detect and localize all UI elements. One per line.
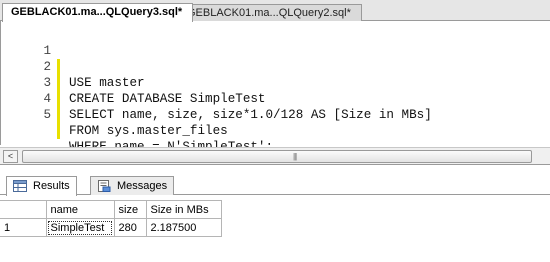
modified-line-marker: [57, 123, 60, 139]
row-header-corner[interactable]: [0, 200, 47, 219]
document-tab-strip: GEBLACK01.ma...QLQuery3.sql* GEBLACK01.m…: [0, 0, 550, 22]
tab-query3[interactable]: GEBLACK01.ma...QLQuery3.sql*: [2, 3, 194, 22]
tab-results-label: Results: [33, 180, 70, 192]
scroll-left-button[interactable]: <: [3, 150, 18, 163]
tab-messages-label: Messages: [117, 180, 168, 192]
code-line-1: 1 USE master: [1, 27, 144, 90]
messages-icon: [98, 180, 111, 192]
query-editor[interactable]: 1 USE master 2 CREATE DATABASE SimpleTes…: [0, 21, 550, 154]
line-number: 5: [43, 108, 51, 122]
grid-header-row: name size Size in MBs: [0, 200, 222, 219]
code-line-5: 5 WHERE name = N'SimpleTest';: [1, 91, 273, 154]
column-header[interactable]: name: [45, 200, 115, 219]
modified-line-marker: [57, 59, 60, 75]
code-line-4: 4 FROM sys.master_files: [1, 75, 227, 138]
code-text[interactable]: CREATE DATABASE SimpleTest: [69, 91, 266, 107]
results-grid[interactable]: name size Size in MBs 1 SimpleTest 280 2…: [0, 200, 222, 237]
grid-cell[interactable]: 2.187500: [145, 218, 222, 237]
modified-line-marker: [57, 107, 60, 123]
tab-messages[interactable]: Messages: [90, 176, 175, 195]
column-header[interactable]: size: [113, 200, 147, 219]
column-header[interactable]: Size in MBs: [145, 200, 222, 219]
scroll-thumb[interactable]: |||: [22, 150, 532, 163]
grid-icon: [13, 180, 27, 192]
code-text[interactable]: SELECT name, size, size*1.0/128 AS [Size…: [69, 107, 432, 123]
editor-horizontal-scrollbar[interactable]: < |||: [0, 147, 550, 165]
row-number[interactable]: 1: [0, 218, 47, 237]
table-row[interactable]: 1 SimpleTest 280 2.187500: [0, 218, 222, 237]
results-pane: Results Messages name size Size in MBs 1…: [0, 165, 550, 262]
modified-line-marker: [57, 75, 60, 91]
tab-query2[interactable]: GEBLACK01.ma...QLQuery2.sql*: [178, 4, 362, 22]
code-line-3: 3 SELECT name, size, size*1.0/128 AS [Si…: [1, 59, 431, 122]
code-text[interactable]: USE master: [69, 75, 145, 91]
scroll-grip-icon: |||: [293, 152, 297, 161]
grid-cell[interactable]: 280: [113, 218, 147, 237]
tab-results[interactable]: Results: [6, 176, 77, 196]
code-line-2: 2 CREATE DATABASE SimpleTest: [1, 43, 265, 106]
code-text[interactable]: FROM sys.master_files: [69, 123, 228, 139]
modified-line-marker: [57, 91, 60, 107]
result-tab-strip: Results Messages: [0, 173, 550, 196]
grid-cell[interactable]: SimpleTest: [45, 218, 115, 237]
